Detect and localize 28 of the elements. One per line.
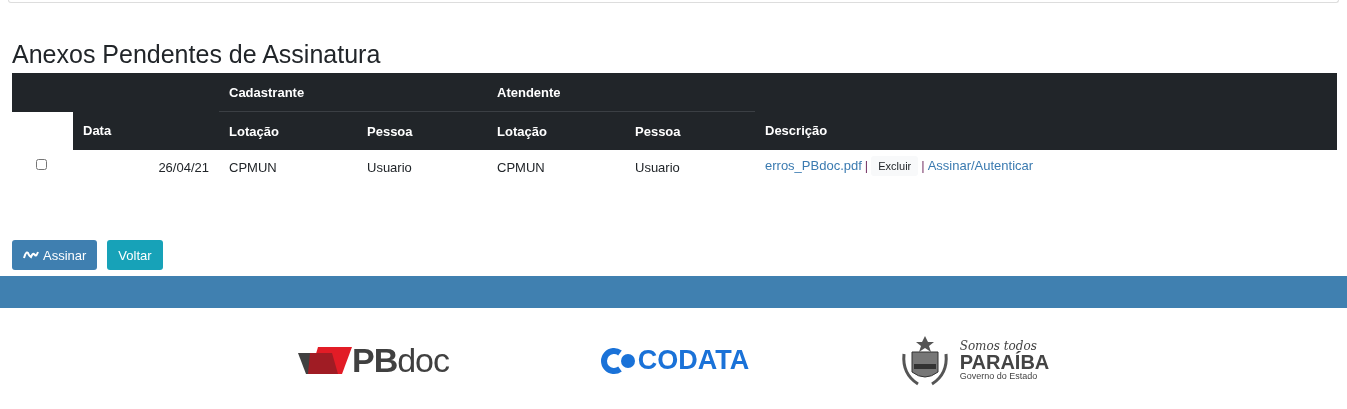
separator-text: | bbox=[921, 158, 925, 173]
column-header: Lotação bbox=[219, 111, 357, 150]
page-heading: Anexos Pendentes de Assinatura bbox=[12, 39, 382, 69]
table-cell: CPMUN bbox=[487, 150, 625, 190]
slogan-text: Somos todos bbox=[959, 340, 1037, 352]
paraiba-logo-text: PARAÍBA bbox=[959, 352, 1050, 372]
codata-logo-text: CODATA bbox=[637, 345, 750, 376]
row-checkbox[interactable] bbox=[36, 159, 47, 170]
sign-button[interactable]: Assinar bbox=[12, 240, 98, 270]
government-subtitle: Governo do Estado bbox=[959, 372, 1038, 381]
sign-link[interactable]: Assinar/Autenticar bbox=[927, 158, 1034, 173]
back-button[interactable]: Voltar bbox=[107, 240, 163, 270]
pbdoc-mark-icon bbox=[297, 346, 352, 375]
column-group-header: Atendente bbox=[487, 73, 755, 112]
column-header: Pessoa bbox=[357, 111, 487, 150]
column-header: Lotação bbox=[487, 111, 625, 150]
delete-button[interactable]: Excluir bbox=[871, 156, 919, 176]
file-link[interactable]: erros_PBdoc.pdf bbox=[765, 158, 862, 173]
pbdoc-logo-text: PBdoc bbox=[351, 341, 450, 380]
separator-text: | bbox=[864, 158, 869, 173]
column-header: Descrição bbox=[755, 111, 1337, 150]
column-header: Pessoa bbox=[625, 111, 755, 150]
column-header: Data bbox=[73, 111, 219, 150]
table-cell: 26/04/21 bbox=[73, 150, 219, 190]
table-cell: CPMUN bbox=[219, 150, 357, 190]
table-cell: Usuario bbox=[357, 150, 487, 190]
table-cell: Usuario bbox=[625, 150, 755, 190]
column-group-header: Cadastrante bbox=[219, 73, 487, 112]
